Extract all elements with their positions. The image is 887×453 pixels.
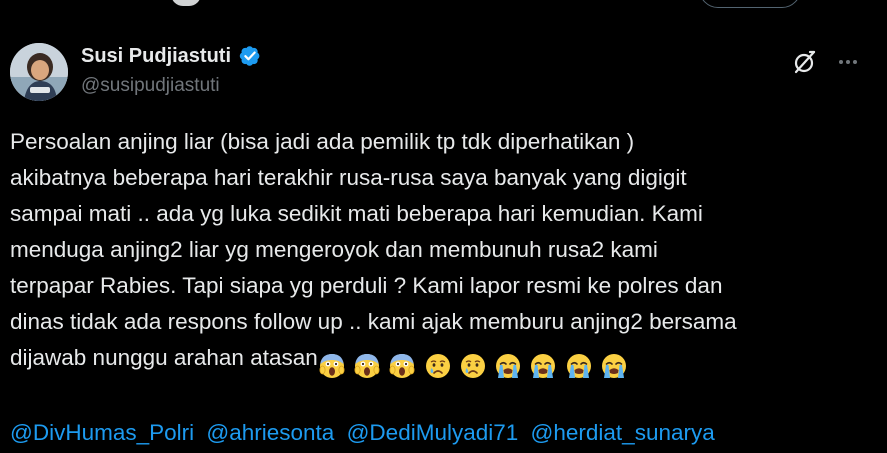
tweet-text-line: Persoalan anjing liar (bisa jadi ada pem… xyxy=(10,129,635,154)
screaming-in-fear-emoji-icon xyxy=(354,353,380,379)
author-display-name[interactable]: Susi Pudjiastuti xyxy=(81,42,231,70)
mention-link[interactable]: @DivHumas_Polri xyxy=(10,420,194,445)
tweet-text-last-line: dijawab nunggu arahan atasan xyxy=(10,340,870,379)
screaming-in-fear-emoji-icon xyxy=(389,353,415,379)
tweet-text-line: akibatnya beberapa hari terakhir rusa-ru… xyxy=(10,165,687,190)
tweet-text-line: dinas tidak ada respons follow up .. kam… xyxy=(10,309,737,334)
author-block: Susi Pudjiastuti @susipudjiastuti xyxy=(81,42,261,98)
mention-link[interactable]: @ahriesonta xyxy=(206,420,334,445)
cropped-header-text xyxy=(171,0,201,6)
top-strip xyxy=(0,0,887,10)
cropped-header-button[interactable] xyxy=(699,0,801,8)
verified-badge-icon xyxy=(239,45,261,67)
tweet-text: Persoalan anjing liar (bisa jadi ada pem… xyxy=(10,124,870,379)
author-handle[interactable]: @susipudjiastuti xyxy=(81,74,261,98)
crying-face-emoji-icon xyxy=(460,353,486,379)
grok-icon[interactable] xyxy=(791,48,819,76)
emoji-row xyxy=(319,347,630,383)
tweet-text-line: dijawab nunggu arahan atasan xyxy=(10,345,318,370)
tweet-text-line: sampai mati .. ada yg luka sedikit mati … xyxy=(10,201,703,226)
tweet-text-line: menduga anjing2 liar yg mengeroyok dan m… xyxy=(10,237,658,262)
avatar[interactable] xyxy=(10,43,68,101)
mention-link[interactable]: @DediMulyadi71 xyxy=(347,420,519,445)
loudly-crying-face-emoji-icon xyxy=(566,353,592,379)
tweet-text-line: terpapar Rabies. Tapi siapa yg perduli ?… xyxy=(10,273,723,298)
loudly-crying-face-emoji-icon xyxy=(601,353,627,379)
more-options-icon[interactable] xyxy=(836,50,860,74)
mention-link[interactable]: @herdiat_sunarya xyxy=(531,420,715,445)
loudly-crying-face-emoji-icon xyxy=(495,353,521,379)
tweet-header: Susi Pudjiastuti @susipudjiastuti xyxy=(8,38,878,108)
profile-photo-icon xyxy=(10,43,68,101)
loudly-crying-face-emoji-icon xyxy=(530,353,556,379)
screaming-in-fear-emoji-icon xyxy=(319,353,345,379)
crying-face-emoji-icon xyxy=(425,353,451,379)
mentions-row: @DivHumas_Polri @ahriesonta @DediMulyadi… xyxy=(10,415,721,451)
